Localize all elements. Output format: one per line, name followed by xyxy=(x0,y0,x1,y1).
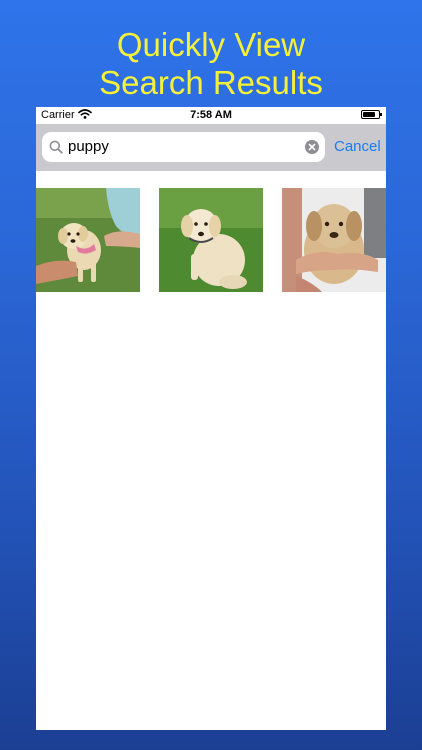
result-thumbnail-2[interactable] xyxy=(159,188,263,292)
search-input[interactable] xyxy=(68,132,298,162)
status-bar: Carrier 7:58 AM xyxy=(36,107,386,124)
search-bar: Cancel xyxy=(36,124,386,171)
battery-icon xyxy=(361,110,382,119)
status-time: 7:58 AM xyxy=(190,109,232,121)
headline-line-1: Quickly View xyxy=(116,26,306,63)
promo-headline: Quickly View Search Results xyxy=(0,26,422,102)
cancel-button[interactable]: Cancel xyxy=(334,138,381,155)
search-results-grid xyxy=(36,188,386,292)
headline-line-2: Search Results xyxy=(99,64,323,101)
phone-screen: Carrier 7:58 AM Cancel xyxy=(36,107,386,730)
result-thumbnail-3[interactable] xyxy=(282,188,386,292)
clear-icon[interactable] xyxy=(305,140,319,154)
search-icon xyxy=(49,140,63,154)
result-thumbnail-1[interactable] xyxy=(36,188,140,292)
search-field[interactable] xyxy=(42,132,325,162)
